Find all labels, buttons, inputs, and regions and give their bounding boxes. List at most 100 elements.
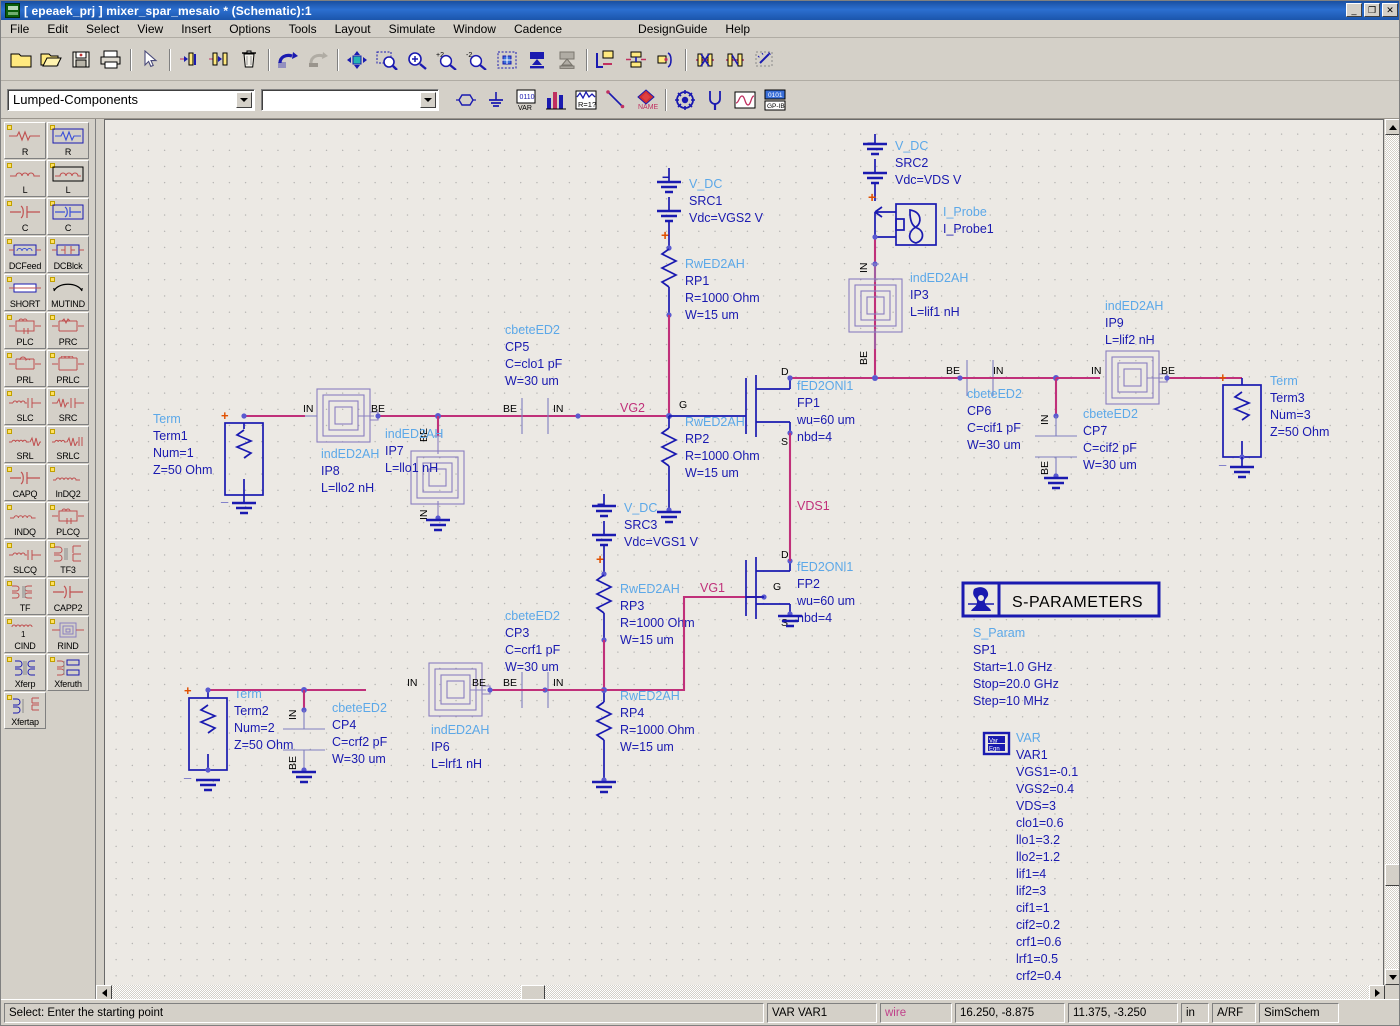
menu-simulate[interactable]: Simulate [380, 21, 445, 37]
svg-text:S: S [781, 436, 788, 448]
menu-insert[interactable]: Insert [172, 21, 220, 37]
optim-cockpit-icon[interactable] [671, 86, 699, 113]
zoom-in-icon[interactable] [403, 46, 431, 73]
palette-item-c[interactable]: C [4, 198, 46, 235]
tune-parameters-icon[interactable] [751, 46, 779, 73]
node-name-icon[interactable] [652, 46, 680, 73]
menu-layout[interactable]: Layout [326, 21, 380, 37]
insert-ground-icon[interactable] [482, 86, 510, 113]
palette-item-indq[interactable]: INDQ [4, 502, 46, 539]
menu-window[interactable]: Window [444, 21, 505, 37]
zoom-area-icon[interactable] [373, 46, 401, 73]
canvas-vertical-scrollbar[interactable] [1385, 119, 1399, 1001]
menu-help[interactable]: Help [716, 21, 759, 37]
pop-out-hierarchy-icon[interactable] [205, 46, 233, 73]
menu-cadence[interactable]: Cadence [505, 21, 571, 37]
display-parameter-icon[interactable]: R=1? [572, 86, 600, 113]
palette-item-l-boxed[interactable]: L [47, 160, 89, 197]
palette-item-cind[interactable]: 1 CIND [4, 616, 46, 653]
schematic-canvas[interactable]: .w { stroke:#c0307a; stroke-width:2.1; f… [104, 119, 1384, 987]
palette-item-mutind[interactable]: MUTIND [47, 274, 89, 311]
palette-item-rind[interactable]: RIND [47, 616, 89, 653]
palette-item-xferp[interactable]: Xferp [4, 654, 46, 691]
tuning-fork-icon[interactable] [701, 86, 729, 113]
menu-designguide[interactable]: DesignGuide [629, 21, 716, 37]
palette-item-r[interactable]: R [4, 122, 46, 159]
palette-item-dcfeed[interactable]: DCFeed [4, 236, 46, 273]
palette-item-capq[interactable]: CAPQ [4, 464, 46, 501]
palette-item-xferuth[interactable]: Xferuth [47, 654, 89, 691]
component-select[interactable] [261, 88, 439, 111]
palette-item-src[interactable]: SRC [47, 388, 89, 425]
svg-text:IN: IN [553, 403, 564, 415]
svg-text:0101: 0101 [768, 92, 783, 99]
palette-item-dcblck[interactable]: DCBlck [47, 236, 89, 273]
activate-icon[interactable] [721, 46, 749, 73]
new-icon[interactable] [7, 46, 35, 73]
palette-item-c-boxed[interactable]: C [47, 198, 89, 235]
svg-text:cif1=1: cif1=1 [1016, 901, 1050, 915]
palette-item-tf[interactable]: TF [4, 578, 46, 615]
insert-pin-icon[interactable] [553, 46, 581, 73]
open-icon[interactable] [37, 46, 65, 73]
zoom-out-2x-icon[interactable]: -2 [463, 46, 491, 73]
component-rp3: RwED2AH RP3 R=1000 Ohm W=15 um [595, 559, 695, 647]
palette-item-capp2[interactable]: CAPP2 [47, 578, 89, 615]
push-into-hierarchy-icon[interactable] [175, 46, 203, 73]
maximize-button[interactable]: ❐ [1364, 3, 1380, 17]
view-all-icon[interactable] [493, 46, 521, 73]
palette-item-r-boxed[interactable]: R [47, 122, 89, 159]
palette-item-srl[interactable]: SRL [4, 426, 46, 463]
minimize-button[interactable]: _ [1346, 3, 1362, 17]
palette-item-prlc[interactable]: PRLC [47, 350, 89, 387]
undo-icon[interactable] [274, 46, 302, 73]
palette-item-slc[interactable]: SLC [4, 388, 46, 425]
palette-item-tf3[interactable]: TF3 [47, 540, 89, 577]
tune-icon[interactable] [542, 86, 570, 113]
var-equation-icon[interactable]: 0110 VAR [512, 86, 540, 113]
menu-select[interactable]: Select [77, 21, 128, 37]
menu-edit[interactable]: Edit [38, 21, 77, 37]
deactivate-icon[interactable] [691, 46, 719, 73]
menu-tools[interactable]: Tools [280, 21, 326, 37]
menu-file[interactable]: File [1, 21, 38, 37]
menu-options[interactable]: Options [220, 21, 279, 37]
palette-item-l[interactable]: L [4, 160, 46, 197]
scroll-up-button[interactable] [1385, 119, 1399, 135]
insert-wire-icon[interactable] [523, 46, 551, 73]
zoom-in-2x-icon[interactable]: +2 [433, 46, 461, 73]
chevron-down-icon[interactable] [420, 91, 436, 108]
redo-icon[interactable] [304, 46, 332, 73]
palette-item-xfertap[interactable]: Xfertap [4, 692, 46, 729]
vertical-scroll-thumb[interactable] [1385, 864, 1399, 886]
insert-port-icon[interactable] [452, 86, 480, 113]
palette-item-prl[interactable]: PRL [4, 350, 46, 387]
library-select[interactable]: Lumped-Components [7, 88, 255, 111]
save-icon[interactable] [67, 46, 95, 73]
scroll-down-button[interactable] [1385, 969, 1399, 985]
select-arrow-icon[interactable] [136, 46, 164, 73]
palette-item-srlc[interactable]: SRLC [47, 426, 89, 463]
print-icon[interactable] [97, 46, 125, 73]
simulate-icon[interactable] [731, 86, 759, 113]
vertical-scroll-track[interactable] [1385, 135, 1399, 969]
palette-item-plc[interactable]: PLC [4, 312, 46, 349]
palette-item-indq2[interactable]: InDQ2 [47, 464, 89, 501]
close-button[interactable]: ✕ [1382, 3, 1398, 17]
wire-name-label-icon[interactable]: NAME [632, 86, 660, 113]
palette-item-plcq[interactable]: PLCQ [47, 502, 89, 539]
delete-icon[interactable] [235, 46, 263, 73]
insert-wire-diag-icon[interactable] [602, 86, 630, 113]
instrument-icon[interactable]: 0101 GP-IB [761, 86, 789, 113]
svg-text:Term3: Term3 [1270, 391, 1305, 405]
menu-view[interactable]: View [128, 21, 172, 37]
palette-item-short[interactable]: SHORT [4, 274, 46, 311]
palette-item-slcq[interactable]: SLCQ [4, 540, 46, 577]
pan-icon[interactable] [343, 46, 371, 73]
svg-text:nbd=4: nbd=4 [797, 611, 832, 625]
palette-row: SRL SRLC [4, 426, 95, 464]
wire-name-icon[interactable] [622, 46, 650, 73]
wire-label-icon[interactable] [592, 46, 620, 73]
chevron-down-icon[interactable] [236, 91, 252, 108]
palette-item-prc[interactable]: PRC [47, 312, 89, 349]
